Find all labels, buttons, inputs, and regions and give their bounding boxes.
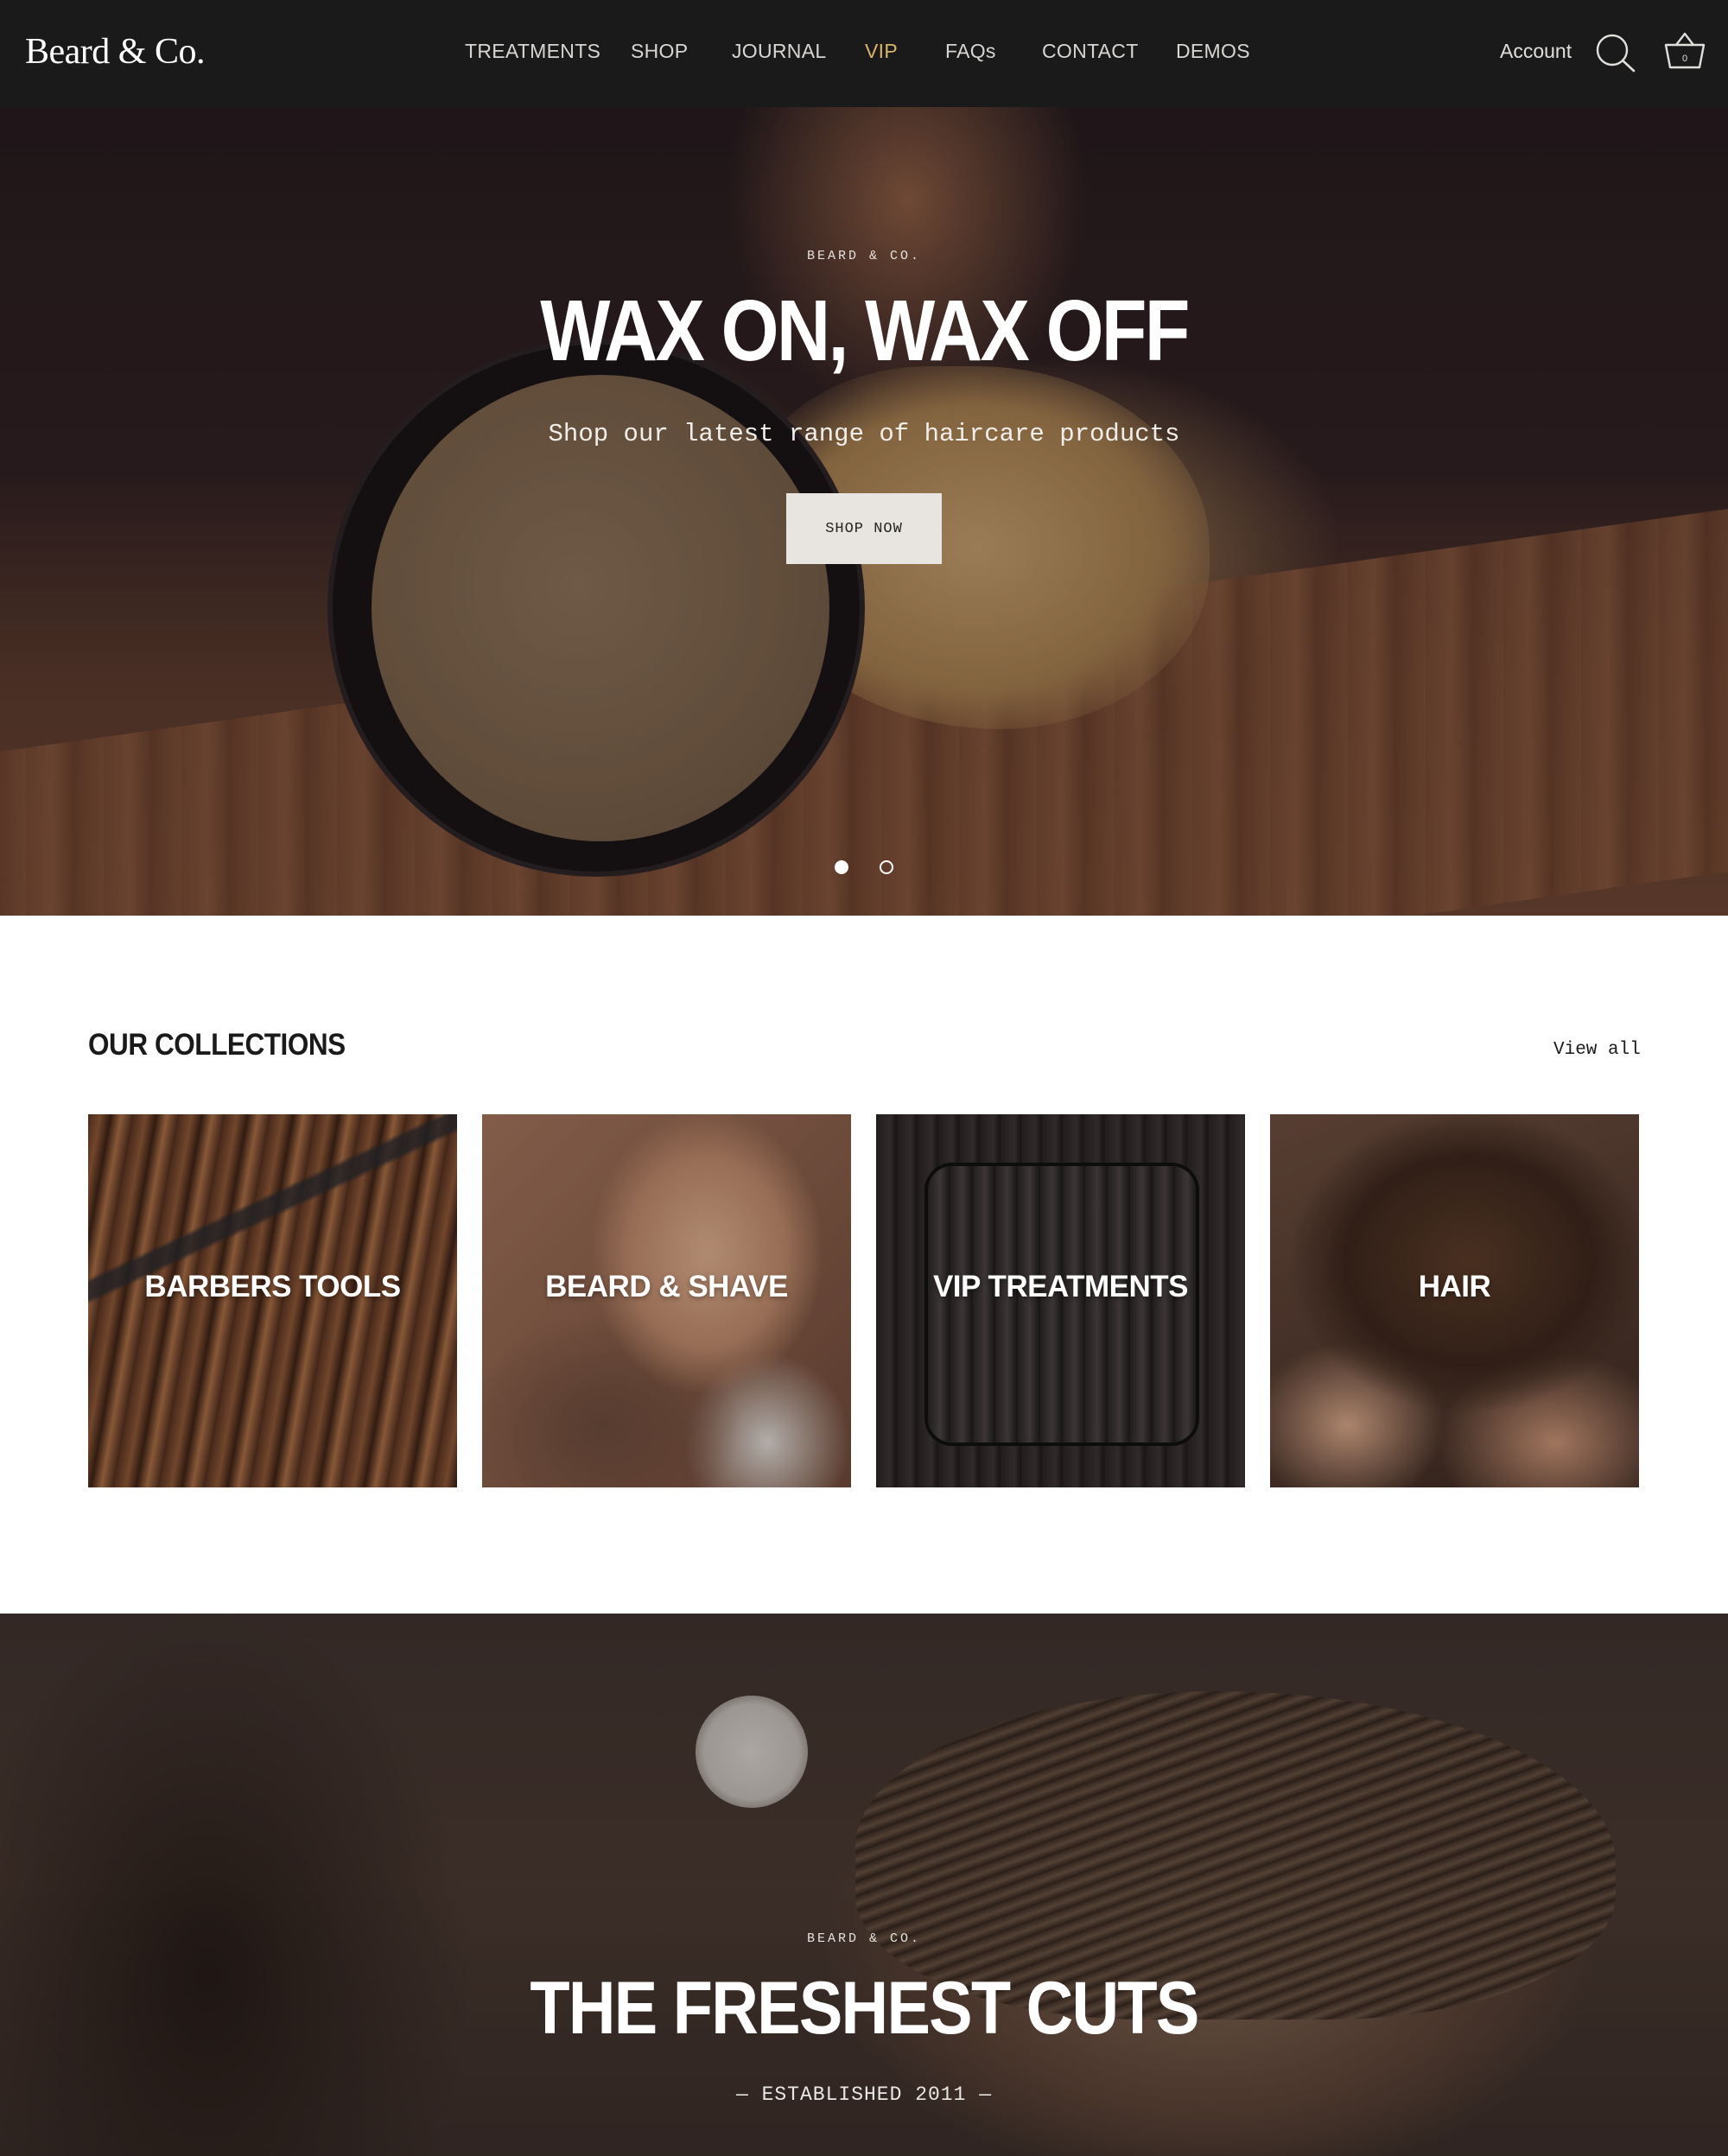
hero-title: WAX ON, WAX OFF bbox=[540, 282, 1190, 379]
nav-item-treatments[interactable]: TREATMENTS bbox=[465, 40, 600, 63]
collection-label: BARBERS TOOLS bbox=[144, 1270, 401, 1303]
collections-title: OUR COLLECTIONS bbox=[88, 1028, 346, 1062]
image-banner bbox=[0, 1614, 1728, 2156]
banner-overlay bbox=[0, 1614, 1728, 2156]
site-header: Beard & Co. TREATMENTS SHOP JOURNAL VIP … bbox=[0, 0, 1728, 107]
collection-label: HAIR bbox=[1418, 1270, 1491, 1303]
collection-label: VIP TREATMENTS bbox=[932, 1270, 1189, 1303]
hero-subtitle: Shop our latest range of haircare produc… bbox=[548, 420, 1180, 448]
collection-tile-barbers-tools[interactable]: BARBERS TOOLS bbox=[88, 1114, 457, 1487]
collection-tile-beard-shave[interactable]: BEARD & SHAVE bbox=[482, 1114, 851, 1487]
basket-icon[interactable]: 0 bbox=[1662, 29, 1707, 73]
collection-tile-vip-treatments[interactable]: VIP TREATMENTS bbox=[876, 1114, 1245, 1487]
search-icon[interactable] bbox=[1595, 33, 1636, 73]
slide-dot-1[interactable] bbox=[835, 860, 848, 874]
banner-eyebrow: BEARD & CO. bbox=[806, 1931, 922, 1946]
main-nav: TREATMENTS SHOP JOURNAL VIP FAQs CONTACT… bbox=[0, 40, 1728, 66]
nav-item-vip[interactable]: VIP bbox=[865, 40, 898, 63]
nav-item-contact[interactable]: CONTACT bbox=[1042, 40, 1139, 63]
shop-now-button[interactable]: SHOP NOW bbox=[786, 493, 942, 564]
nav-item-journal[interactable]: JOURNAL bbox=[732, 40, 826, 63]
nav-item-shop[interactable]: SHOP bbox=[631, 40, 688, 63]
banner-subtitle: — ESTABLISHED 2011 — bbox=[735, 2083, 993, 2106]
cart-count: 0 bbox=[1682, 54, 1687, 64]
banner-title: THE FRESHEST CUTS bbox=[530, 1967, 1199, 2050]
collection-tile-hair[interactable]: HAIR bbox=[1270, 1114, 1639, 1487]
view-all-link[interactable]: View all bbox=[1553, 1040, 1641, 1060]
nav-item-demos[interactable]: DEMOS bbox=[1176, 40, 1250, 63]
hero-eyebrow: BEARD & CO. bbox=[806, 249, 922, 263]
slide-dot-2[interactable] bbox=[880, 860, 893, 874]
nav-item-faqs[interactable]: FAQs bbox=[945, 40, 996, 63]
collection-label: BEARD & SHAVE bbox=[545, 1270, 788, 1303]
account-link[interactable]: Account bbox=[1500, 40, 1572, 63]
